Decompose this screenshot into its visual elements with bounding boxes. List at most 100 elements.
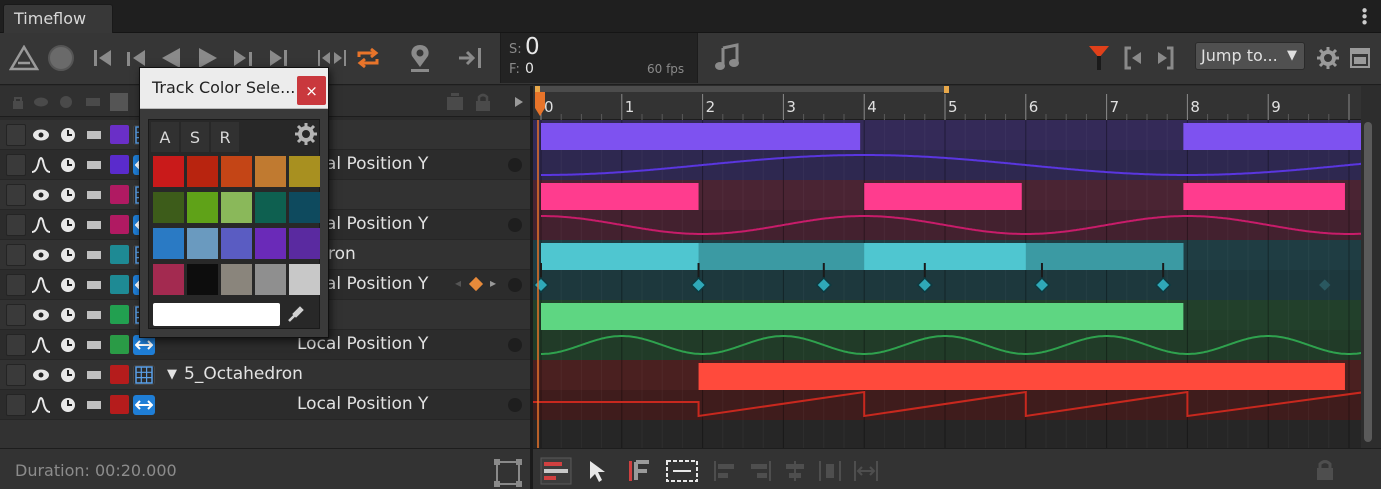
color-swatch[interactable] <box>255 264 286 295</box>
close-button[interactable]: × <box>297 76 326 105</box>
track-lock-toggle[interactable] <box>6 154 26 176</box>
playhead-handle[interactable] <box>532 92 548 120</box>
marker-filter-icon[interactable] <box>1085 41 1113 75</box>
color-swatch[interactable] <box>221 228 252 259</box>
mute-icon[interactable] <box>83 183 105 207</box>
eye-icon[interactable] <box>30 303 52 327</box>
select-tool-icon[interactable] <box>588 459 610 487</box>
track-lock-toggle[interactable] <box>6 124 26 146</box>
color-swatch[interactable] <box>289 156 320 187</box>
expand-triangle-icon[interactable]: ▼ <box>167 367 177 382</box>
expand-right-icon[interactable] <box>508 90 530 114</box>
keyframe-toggle-dot[interactable] <box>508 278 522 292</box>
keyframe-toggle-dot[interactable] <box>508 158 522 172</box>
lock-icon[interactable] <box>472 90 494 114</box>
color-swatch[interactable] <box>153 156 184 187</box>
track-lock-toggle[interactable] <box>6 244 26 266</box>
color-swatch[interactable] <box>221 192 252 223</box>
curve-icon[interactable] <box>30 333 52 357</box>
clock-icon[interactable] <box>57 183 79 207</box>
track-row[interactable]: Local Position Y <box>0 390 530 420</box>
mute-icon[interactable] <box>83 333 105 357</box>
clock-icon[interactable] <box>57 303 79 327</box>
clock-icon[interactable] <box>57 153 79 177</box>
gear-icon[interactable] <box>1315 41 1341 75</box>
window-icon[interactable] <box>1347 41 1373 75</box>
color-swatch[interactable] <box>187 264 218 295</box>
mute-icon[interactable] <box>83 243 105 267</box>
mute-icon[interactable] <box>83 363 105 387</box>
color-swatch[interactable] <box>221 156 252 187</box>
prev-key-icon[interactable]: ◂ <box>455 276 461 290</box>
color-swatch[interactable] <box>255 156 286 187</box>
color-swatch[interactable] <box>153 264 184 295</box>
clock-icon[interactable] <box>57 243 79 267</box>
eye-icon[interactable] <box>30 363 52 387</box>
track-row[interactable]: ▼ 5_Octahedron <box>0 360 530 390</box>
mute-icon[interactable] <box>83 273 105 297</box>
mute-icon[interactable] <box>83 303 105 327</box>
track-lock-toggle[interactable] <box>6 184 26 206</box>
frame-selection-icon[interactable] <box>1121 41 1177 75</box>
track-color-swatch[interactable] <box>110 185 129 204</box>
color-swatch[interactable] <box>289 192 320 223</box>
curve-icon[interactable] <box>30 273 52 297</box>
lock-all-icon[interactable] <box>7 90 29 114</box>
tab-a[interactable]: A <box>151 122 179 152</box>
mute-icon[interactable] <box>83 213 105 237</box>
curve-icon[interactable] <box>30 393 52 417</box>
color-swatch[interactable] <box>153 228 184 259</box>
track-color-swatch[interactable] <box>110 365 129 384</box>
mute-icon[interactable] <box>83 123 105 147</box>
time-ruler[interactable]: 0123456789 <box>533 86 1361 120</box>
timeline-area[interactable] <box>533 120 1361 448</box>
curve-icon[interactable] <box>30 213 52 237</box>
color-swatch[interactable] <box>289 228 320 259</box>
clock-icon[interactable] <box>57 363 79 387</box>
vertical-scrollbar[interactable] <box>1361 86 1381 448</box>
curve-icon[interactable] <box>30 153 52 177</box>
add-key-diamond-icon[interactable] <box>468 276 484 292</box>
eye-all-icon[interactable] <box>30 90 52 114</box>
track-color-swatch[interactable] <box>110 155 129 174</box>
color-swatch[interactable] <box>187 228 218 259</box>
keyframe-toggle-dot[interactable] <box>508 338 522 352</box>
window-tab-timeflow[interactable]: Timeflow <box>3 4 113 33</box>
track-lock-toggle[interactable] <box>6 364 26 386</box>
loop-icon[interactable] <box>352 41 384 75</box>
track-lock-toggle[interactable] <box>6 334 26 356</box>
timeflow-logo-icon[interactable] <box>8 41 40 75</box>
next-key-icon[interactable]: ▸ <box>490 276 496 290</box>
clock-all-icon[interactable] <box>55 90 77 114</box>
frame-tool-icon[interactable] <box>627 459 653 487</box>
color-hex-input[interactable] <box>153 303 280 326</box>
color-swatch[interactable] <box>289 264 320 295</box>
record-icon[interactable] <box>45 41 77 75</box>
jump-to-dropdown[interactable]: Jump to... ▼ <box>1195 42 1305 70</box>
keyframe-toggle-dot[interactable] <box>508 218 522 232</box>
mute-icon[interactable] <box>83 393 105 417</box>
track-lock-toggle[interactable] <box>6 274 26 296</box>
eye-icon[interactable] <box>30 183 52 207</box>
track-color-swatch[interactable] <box>110 335 129 354</box>
track-color-swatch[interactable] <box>110 395 129 414</box>
track-lock-toggle[interactable] <box>6 214 26 236</box>
tab-s[interactable]: S <box>181 122 209 152</box>
go-to-start-icon[interactable] <box>88 41 116 75</box>
track-color-swatch[interactable] <box>110 275 129 294</box>
palette-gear-icon[interactable] <box>295 123 317 149</box>
eyedropper-icon[interactable] <box>284 303 306 326</box>
track-lock-toggle[interactable] <box>6 304 26 326</box>
scrollbar-thumb[interactable] <box>1364 122 1372 442</box>
track-color-swatch[interactable] <box>110 125 129 144</box>
clock-icon[interactable] <box>57 333 79 357</box>
footer-lock-icon[interactable] <box>1315 459 1335 485</box>
mute-all-icon[interactable] <box>82 90 104 114</box>
color-swatch[interactable] <box>255 228 286 259</box>
clip-mode-icon[interactable] <box>540 457 572 489</box>
tab-r[interactable]: R <box>211 122 239 152</box>
track-lock-toggle[interactable] <box>6 394 26 416</box>
track-color-swatch[interactable] <box>110 245 129 264</box>
mute-icon[interactable] <box>83 153 105 177</box>
track-color-swatch[interactable] <box>110 305 129 324</box>
